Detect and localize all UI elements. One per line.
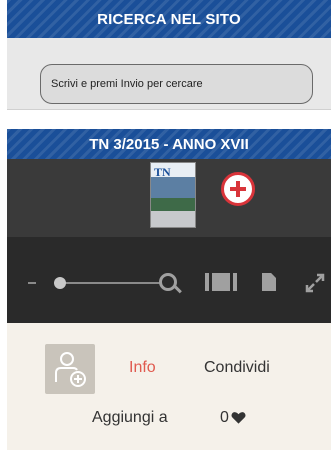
add-to-label[interactable]: Aggiungi a (92, 409, 168, 427)
single-page-icon[interactable] (262, 273, 276, 291)
cover-logo: TN (154, 165, 171, 179)
search-widget-title: RICERCA NEL SITO (7, 0, 331, 38)
issue-widget: TN 3/2015 - ANNO XVII TN Info Condividi … (7, 129, 331, 450)
cover-area: TN (7, 159, 331, 237)
fullscreen-icon[interactable] (303, 271, 327, 295)
likes-count: 0 (220, 409, 229, 426)
search-input[interactable] (40, 64, 313, 104)
zoom-out-button[interactable] (28, 282, 36, 284)
search-widget: RICERCA NEL SITO (7, 0, 331, 110)
likes-counter[interactable]: 0 (220, 409, 246, 427)
tab-info[interactable]: Info (129, 359, 156, 377)
zoom-slider-handle[interactable] (54, 277, 66, 289)
magazine-cover-thumbnail[interactable]: TN (150, 162, 196, 228)
add-to-library-icon[interactable] (45, 344, 95, 394)
two-page-icon[interactable] (205, 273, 239, 291)
zoom-plus-icon[interactable] (221, 172, 255, 206)
issue-widget-title: TN 3/2015 - ANNO XVII (7, 129, 331, 159)
issue-title-text: TN 3/2015 - ANNO XVII (89, 135, 249, 153)
tab-share[interactable]: Condividi (204, 359, 270, 377)
viewer-toolbar (7, 237, 331, 323)
search-title-text: RICERCA NEL SITO (97, 10, 241, 28)
zoom-slider[interactable] (61, 282, 161, 284)
heart-icon (231, 412, 246, 424)
issue-actions: Info Condividi Aggiungi a 0 (7, 323, 331, 450)
zoom-in-icon[interactable] (159, 273, 177, 291)
